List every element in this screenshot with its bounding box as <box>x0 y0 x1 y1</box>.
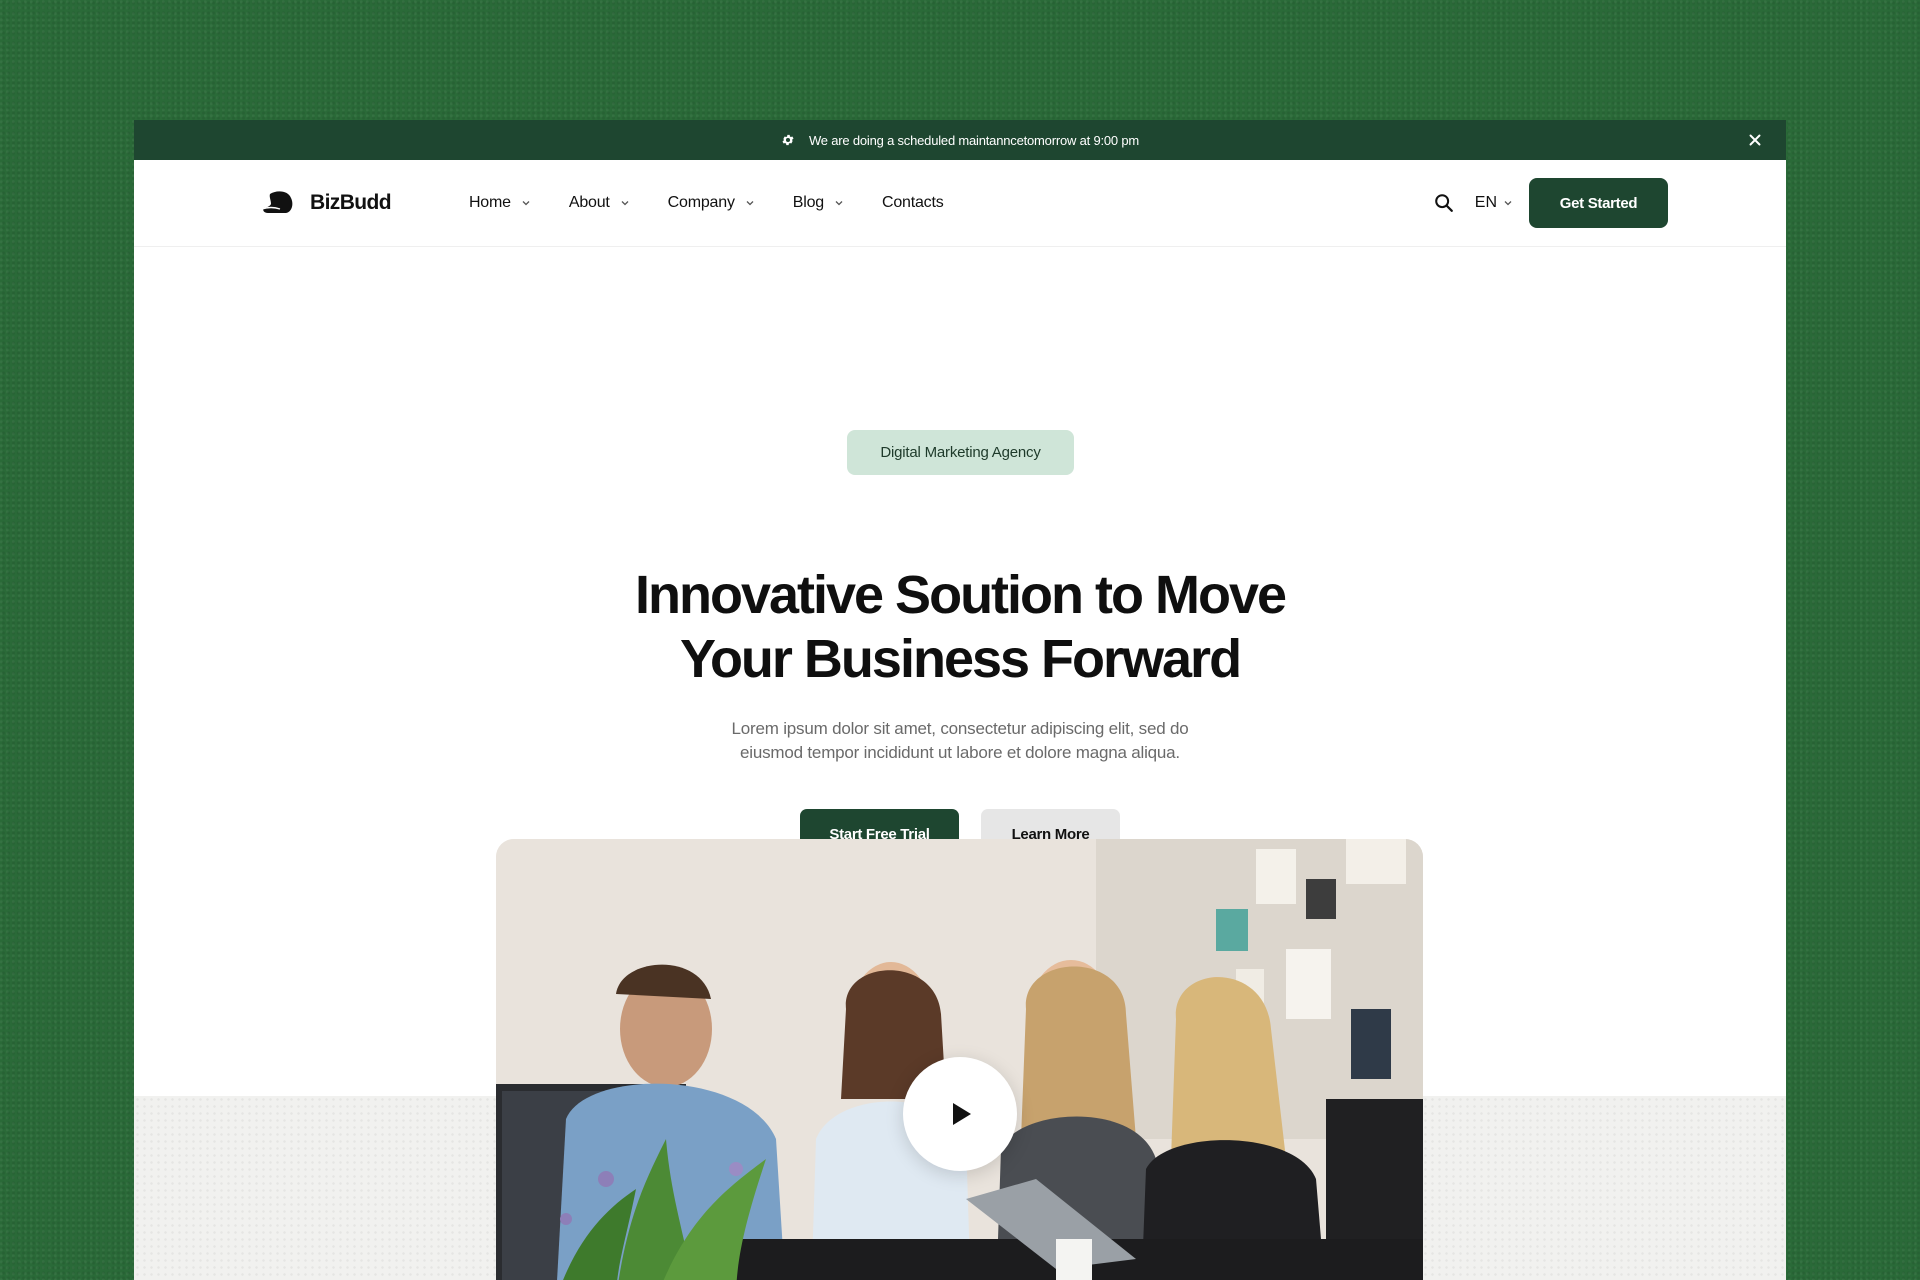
search-icon[interactable] <box>1433 192 1455 214</box>
chevron-down-icon <box>522 201 530 206</box>
subtitle-line-1: Lorem ipsum dolor sit amet, consectetur … <box>731 719 1189 738</box>
nav-item-label: Company <box>667 194 735 211</box>
nav-item-label: Home <box>468 194 511 211</box>
headline-line-1: Innovative Soution to Move <box>634 565 1287 625</box>
main-navigation: BizBudd Home About Company Blog Contacts <box>134 160 1786 247</box>
announcement-bar: We are doing a scheduled maintanncetomor… <box>134 120 1786 160</box>
chevron-down-icon <box>1504 201 1512 206</box>
language-label: EN <box>1474 194 1497 211</box>
cap-logo-icon <box>261 191 293 213</box>
close-icon[interactable] <box>1746 131 1764 149</box>
hero-video[interactable] <box>496 839 1423 1280</box>
nav-item-home[interactable]: Home <box>469 194 531 212</box>
language-selector[interactable]: EN <box>1475 194 1513 212</box>
nav-item-blog[interactable]: Blog <box>793 194 844 212</box>
brand-name: BizBudd <box>310 191 392 214</box>
hero-subtitle: Lorem ipsum dolor sit amet, consectetur … <box>134 717 1786 765</box>
nav-item-contacts[interactable]: Contacts <box>882 194 944 212</box>
play-button[interactable] <box>903 1057 1017 1171</box>
subtitle-line-2: eiusmod tempor incididunt ut labore et d… <box>740 743 1180 762</box>
nav-item-label: Contacts <box>881 194 944 211</box>
hero-badge: Digital Marketing Agency <box>847 430 1074 475</box>
browser-page: We are doing a scheduled maintanncetomor… <box>134 120 1786 1280</box>
nav-item-company[interactable]: Company <box>668 194 755 212</box>
gear-icon <box>782 134 794 146</box>
announcement-text: We are doing a scheduled maintanncetomor… <box>808 132 1140 148</box>
chevron-down-icon <box>621 201 629 206</box>
nav-item-label: About <box>568 194 610 211</box>
get-started-button[interactable]: Get Started <box>1529 178 1668 228</box>
nav-actions: EN Get Started <box>1433 178 1668 228</box>
brand-logo[interactable]: BizBudd <box>260 190 392 216</box>
chevron-down-icon <box>746 201 754 206</box>
nav-item-label: Blog <box>792 194 824 211</box>
hero-headline: Innovative Soution to Move Your Business… <box>134 563 1786 691</box>
play-icon <box>953 1103 971 1125</box>
nav-menu: Home About Company Blog Contacts <box>469 194 944 212</box>
chevron-down-icon <box>835 201 843 206</box>
headline-line-2: Your Business Forward <box>679 629 1242 689</box>
nav-item-about[interactable]: About <box>569 194 630 212</box>
